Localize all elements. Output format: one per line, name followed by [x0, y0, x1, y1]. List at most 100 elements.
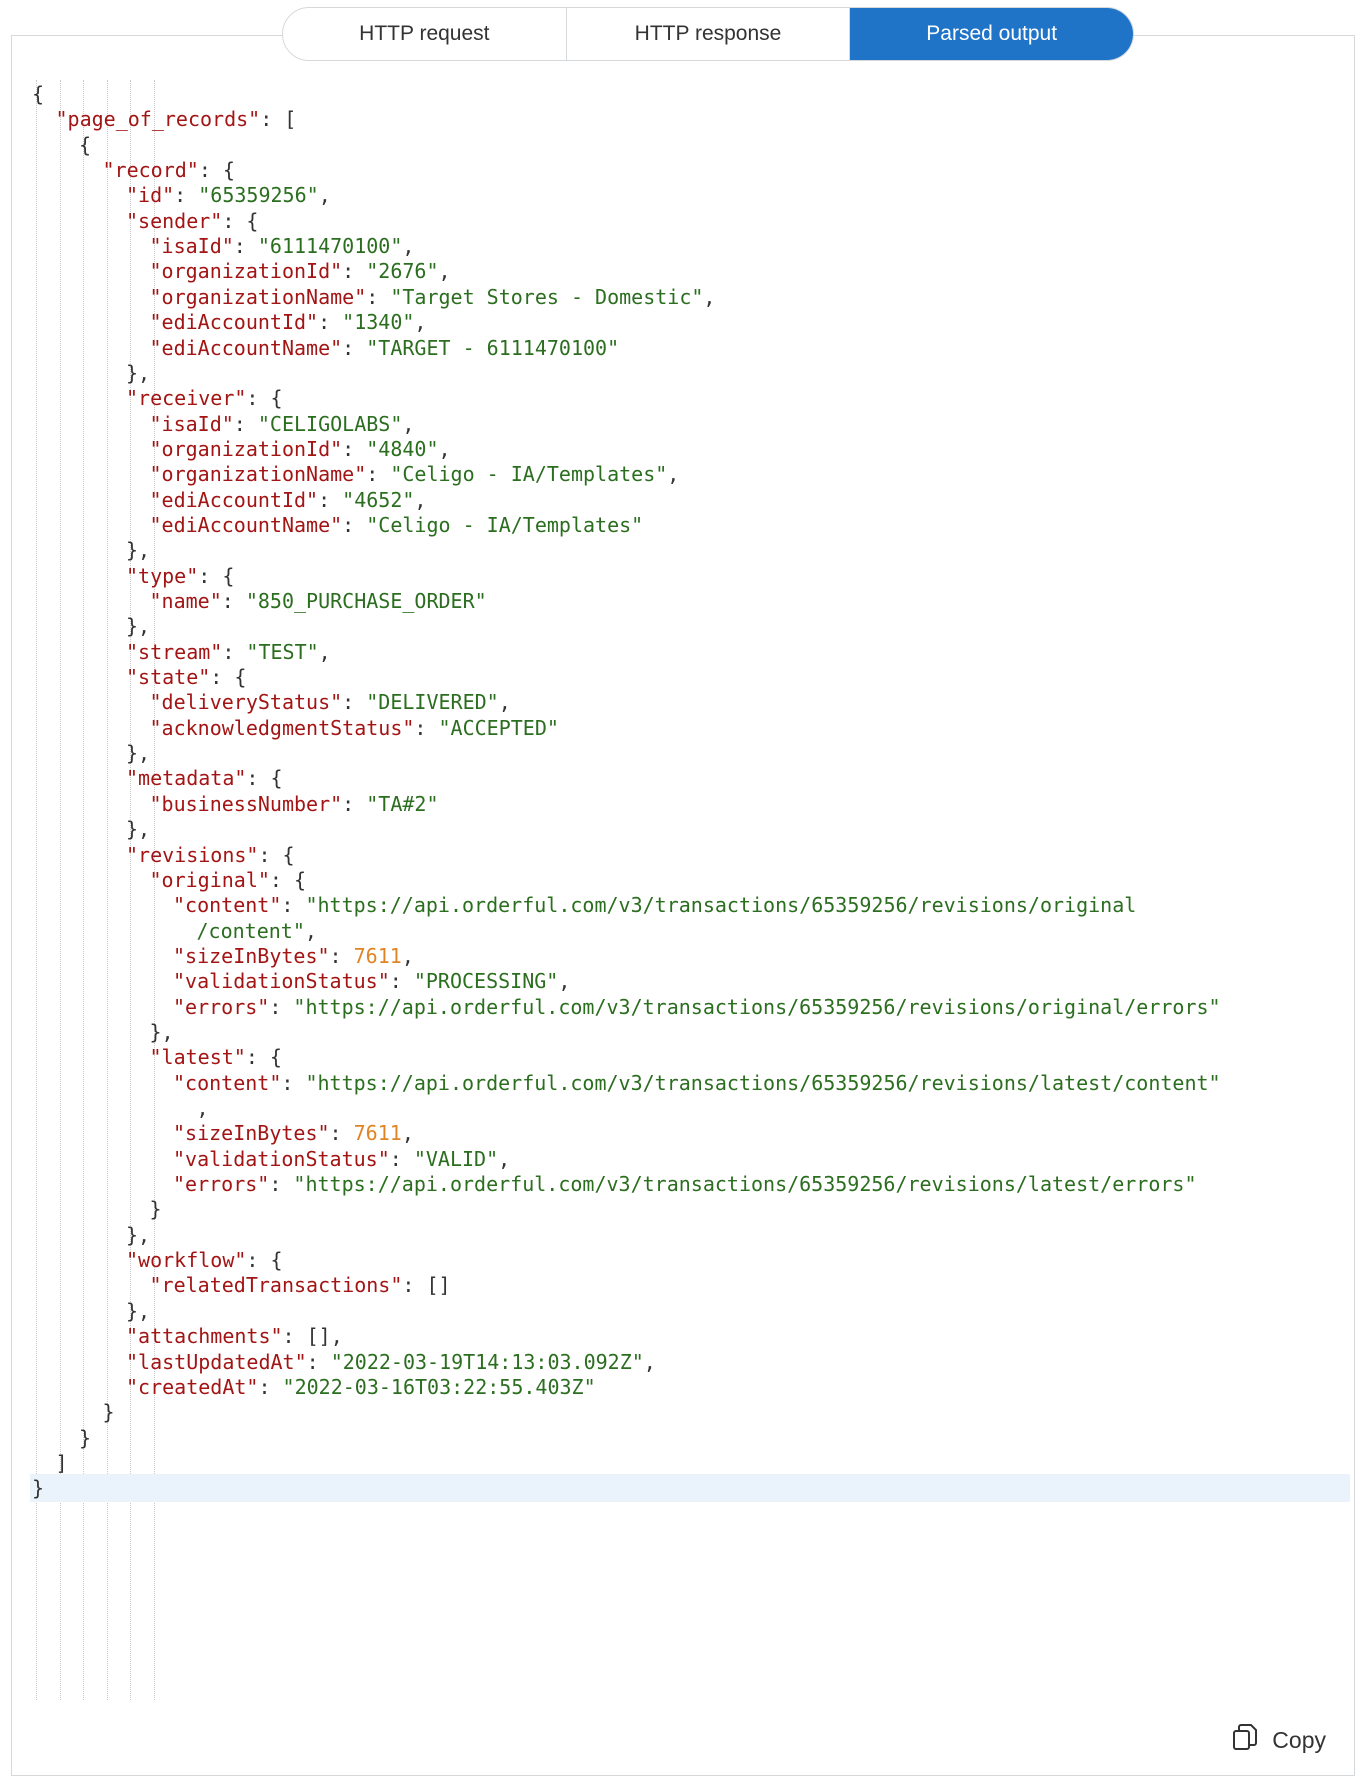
code-line: "businessNumber": "TA#2" — [30, 790, 439, 818]
code-line: "validationStatus": "VALID", — [30, 1145, 510, 1173]
json-string: "4840" — [366, 436, 439, 461]
code-line: "ediAccountName": "TARGET - 6111470100" — [30, 334, 620, 362]
json-string: "1340" — [342, 310, 415, 335]
code-line: "content": "https://api.orderful.com/v3/… — [30, 891, 1136, 919]
json-string: "TA#2" — [366, 791, 439, 816]
json-punctuation: , — [703, 284, 716, 309]
view-tabs: HTTP request HTTP response Parsed output — [282, 7, 1134, 61]
json-code-viewer[interactable]: {"page_of_records": [{"record": {"id": "… — [30, 80, 1350, 1700]
json-key: "businessNumber" — [149, 791, 343, 816]
json-punctuation: : — [342, 259, 367, 284]
code-line: "ediAccountId": "1340", — [30, 308, 427, 336]
json-punctuation: }, — [126, 1298, 151, 1323]
json-key: "name" — [149, 589, 222, 613]
json-punctuation: , — [558, 969, 571, 994]
code-line: "validationStatus": "PROCESSING", — [30, 967, 570, 995]
json-punctuation: , — [438, 259, 451, 284]
code-line: }, — [30, 536, 150, 564]
json-key: "relatedTransactions" — [149, 1273, 403, 1298]
code-line: } — [30, 1474, 1350, 1503]
code-line: "errors": "https://api.orderful.com/v3/t… — [30, 1170, 1197, 1198]
json-string: "TARGET - 6111470100" — [366, 335, 620, 360]
json-key: "id" — [126, 183, 175, 208]
json-punctuation: : — [342, 512, 367, 537]
code-line: } — [30, 1195, 162, 1223]
json-string: "850_PURCHASE_ORDER" — [245, 589, 487, 613]
json-punctuation: : { — [258, 842, 295, 867]
json-string: "4652" — [342, 487, 415, 512]
code-line: }, — [30, 612, 150, 640]
json-punctuation: , — [414, 487, 427, 512]
code-line: "page_of_records": [ — [30, 105, 297, 133]
json-punctuation: : — [258, 1374, 283, 1399]
json-key: "workflow" — [126, 1248, 247, 1273]
json-punctuation: : { — [198, 563, 235, 588]
json-punctuation: } — [102, 1400, 115, 1425]
json-key: "content" — [173, 893, 282, 918]
json-string: "65359256" — [198, 183, 319, 208]
json-punctuation: : { — [246, 1248, 283, 1273]
tab-parsed-output[interactable]: Parsed output — [849, 8, 1133, 60]
code-line: "revisions": { — [30, 841, 295, 869]
json-key: "ediAccountId" — [149, 487, 319, 512]
json-punctuation: : — [281, 893, 306, 918]
json-punctuation: , — [438, 436, 451, 461]
code-line: "id": "65359256", — [30, 181, 331, 209]
code-line: , — [30, 1094, 209, 1122]
json-string: "DELIVERED" — [366, 690, 499, 715]
json-string: "2022-03-19T14:13:03.092Z" — [330, 1349, 644, 1374]
json-punctuation: , — [401, 1121, 414, 1146]
code-line: "latest": { — [30, 1043, 282, 1071]
json-number: 7611 — [353, 943, 402, 968]
json-string: "6111470100" — [257, 234, 403, 259]
json-key: "validationStatus" — [173, 969, 390, 994]
code-line: "acknowledgmentStatus": "ACCEPTED" — [30, 714, 559, 742]
json-key: "acknowledgmentStatus" — [149, 715, 415, 740]
json-punctuation: ] — [55, 1450, 68, 1475]
json-punctuation: } — [32, 1476, 45, 1501]
code-line: "organizationName": "Celigo - IA/Templat… — [30, 460, 680, 488]
json-string: "Celigo - IA/Templates" — [366, 512, 644, 537]
json-key: "attachments" — [126, 1324, 283, 1349]
json-punctuation: , — [667, 462, 680, 487]
code-line: "organizationId": "4840", — [30, 435, 451, 463]
code-line: "ediAccountName": "Celigo - IA/Templates… — [30, 511, 644, 539]
json-key: "ediAccountId" — [149, 310, 319, 335]
json-punctuation: , — [318, 183, 331, 208]
json-key: "isaId" — [149, 234, 234, 259]
json-punctuation: : { — [198, 158, 235, 183]
json-string: "https://api.orderful.com/v3/transaction… — [305, 893, 1137, 918]
json-punctuation: : [ — [260, 107, 297, 132]
json-punctuation: }, — [149, 1019, 174, 1044]
json-punctuation: } — [149, 1197, 162, 1222]
code-line: "organizationName": "Target Stores - Dom… — [30, 283, 716, 311]
code-line: "type": { — [30, 562, 234, 590]
json-punctuation: } — [79, 1425, 92, 1450]
json-key: "original" — [149, 867, 270, 892]
code-line: }, — [30, 1297, 150, 1325]
json-punctuation: : — [269, 994, 294, 1019]
json-punctuation: : — [233, 411, 258, 436]
json-key: "content" — [173, 1070, 282, 1095]
tab-http-response[interactable]: HTTP response — [565, 8, 850, 60]
json-punctuation: : { — [210, 665, 247, 690]
tab-http-request[interactable]: HTTP request — [283, 8, 566, 60]
json-string: "2022-03-16T03:22:55.403Z" — [282, 1374, 596, 1399]
code-line: "isaId": "CELIGOLABS", — [30, 410, 415, 438]
json-punctuation: : — [342, 690, 367, 715]
json-punctuation: : — [389, 1146, 414, 1171]
json-key: "deliveryStatus" — [149, 690, 343, 715]
json-punctuation: : { — [246, 766, 283, 791]
code-line: "errors": "https://api.orderful.com/v3/t… — [30, 993, 1221, 1021]
json-punctuation: }, — [126, 538, 151, 563]
json-punctuation: , — [498, 1146, 511, 1171]
code-line: }, — [30, 1221, 150, 1249]
copy-button[interactable]: Copy — [1230, 1722, 1326, 1758]
json-punctuation: { — [79, 132, 92, 157]
code-line: "deliveryStatus": "DELIVERED", — [30, 688, 511, 716]
json-punctuation: { — [32, 82, 45, 106]
json-punctuation: , — [414, 310, 427, 335]
json-key: "receiver" — [126, 386, 247, 411]
json-punctuation: }, — [126, 1222, 151, 1247]
json-punctuation: : — [329, 1121, 354, 1146]
